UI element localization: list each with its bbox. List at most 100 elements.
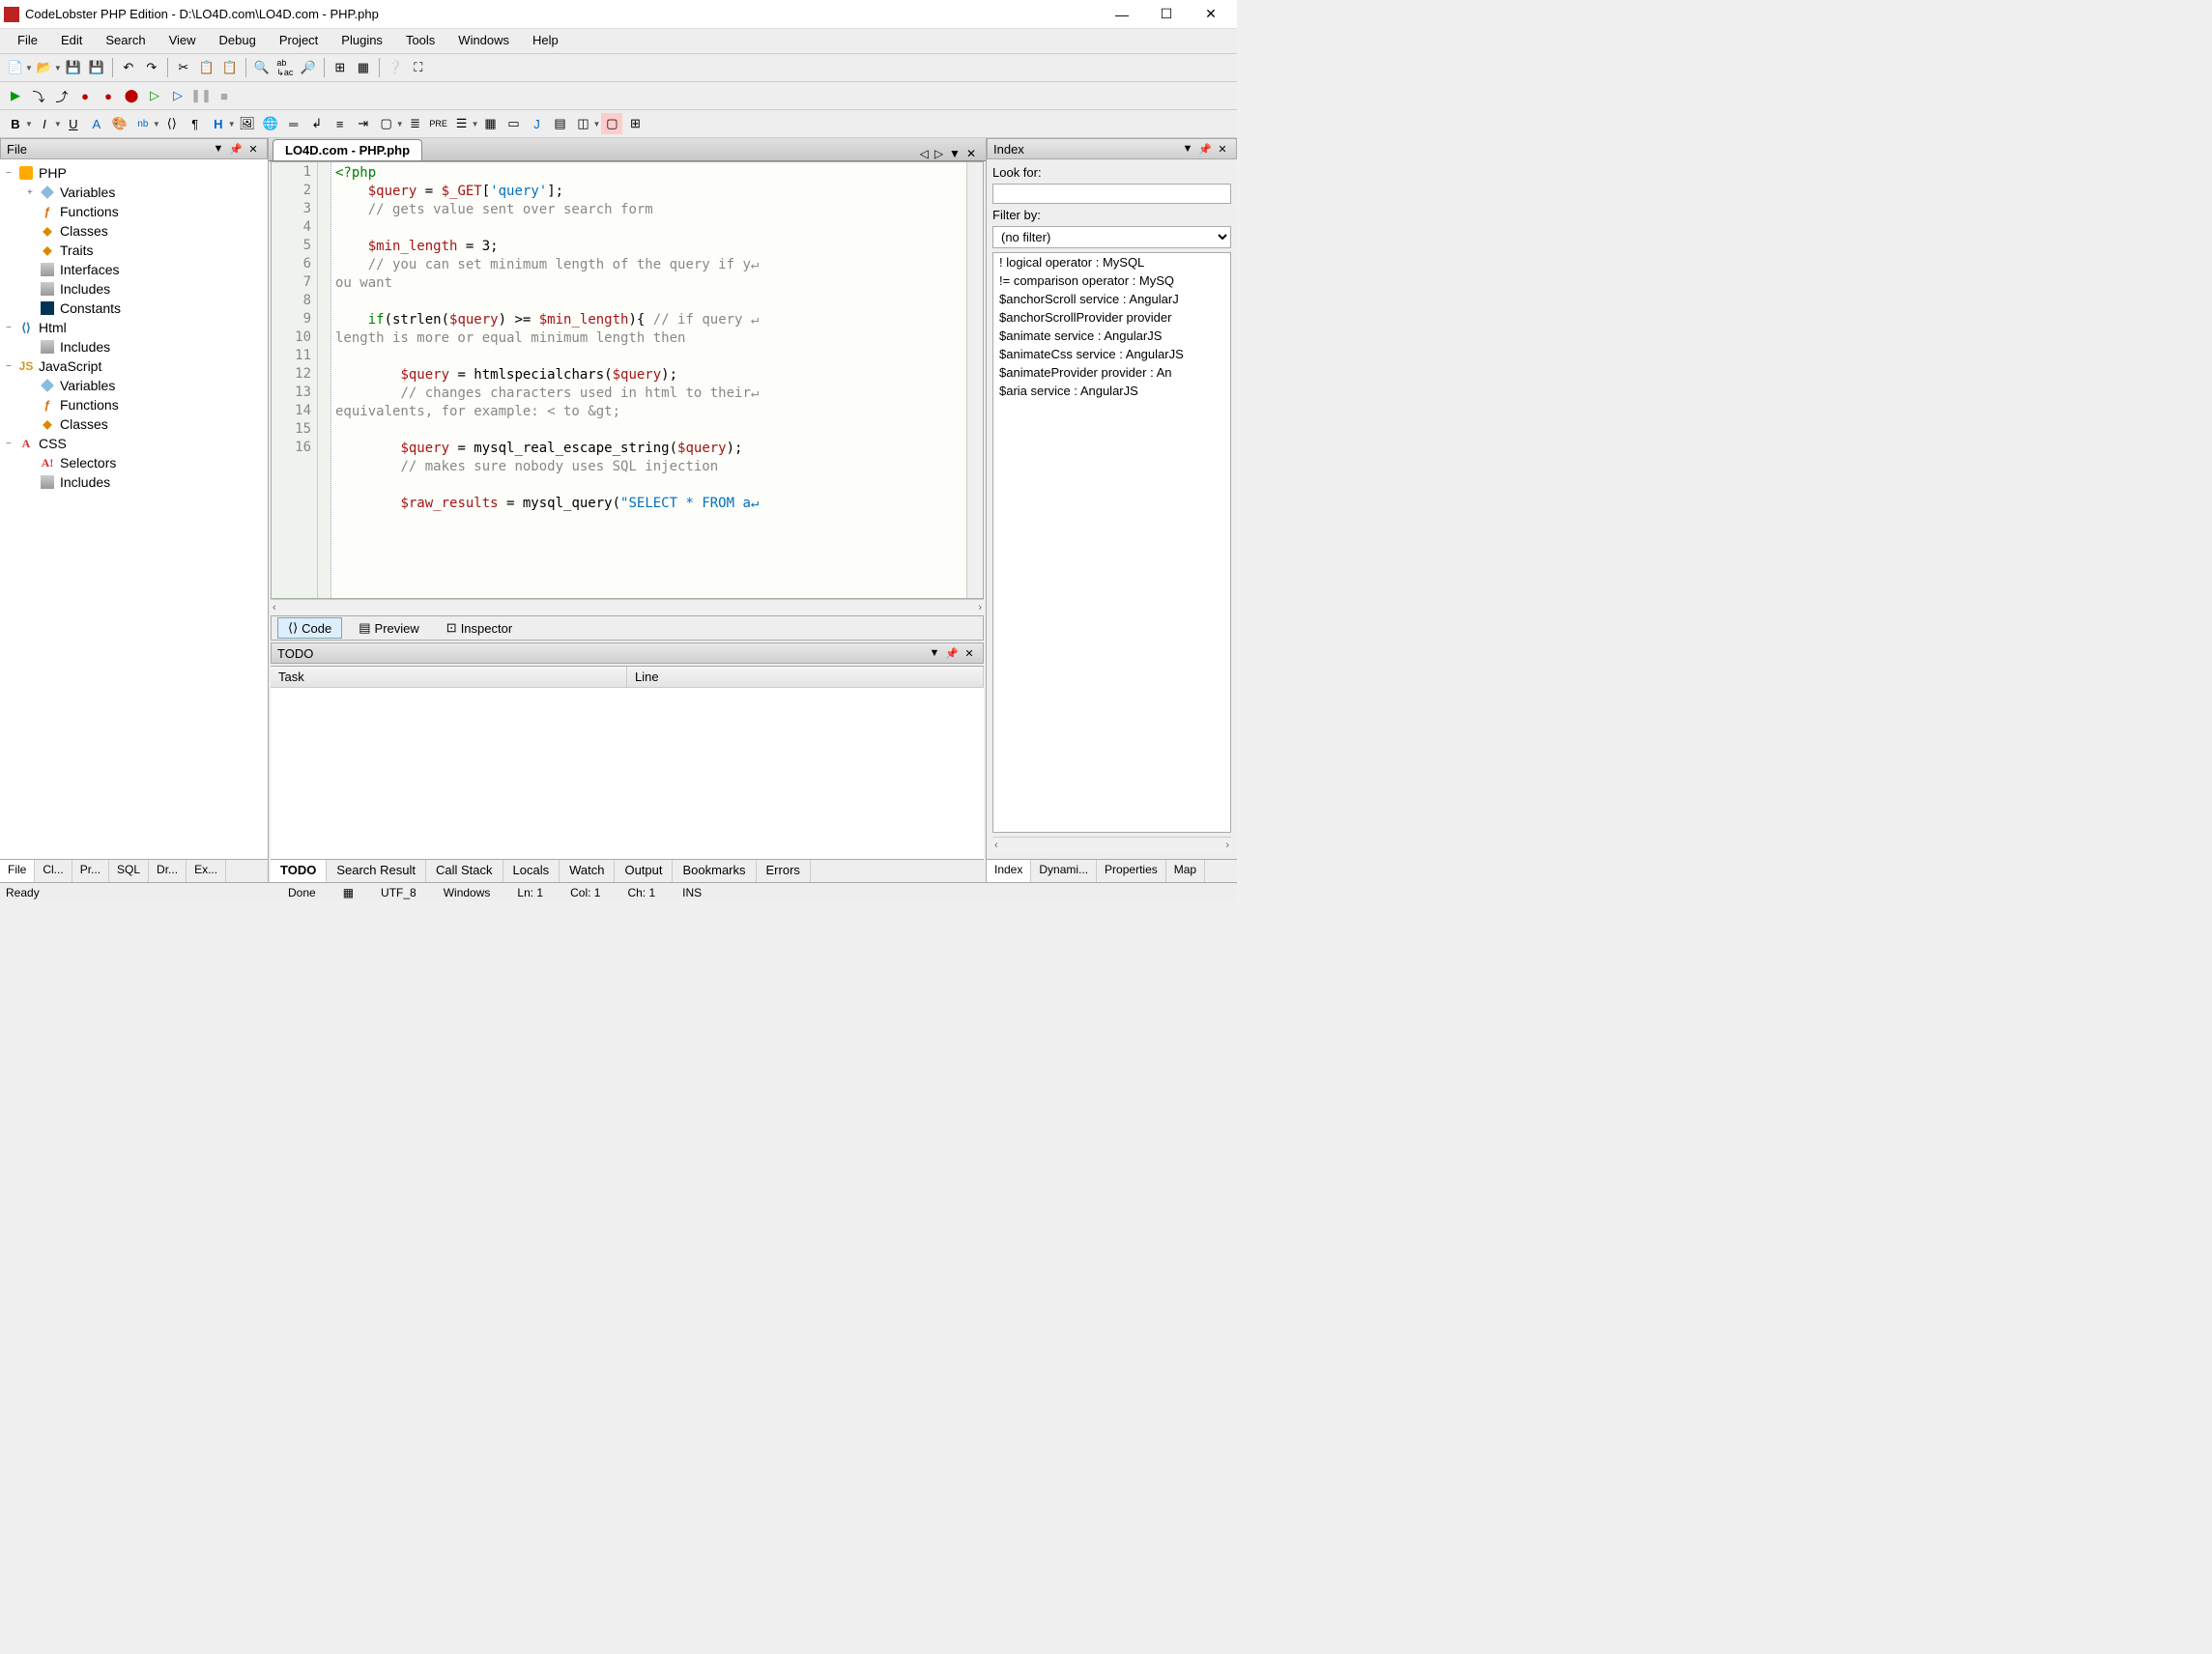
todo-col-task[interactable]: Task [271, 667, 627, 687]
menu-debug[interactable]: Debug [208, 29, 268, 53]
style-icon[interactable]: ▤ [550, 113, 571, 134]
script-icon[interactable]: J [527, 113, 548, 134]
index-item[interactable]: $animateCss service : AngularJS [993, 345, 1230, 363]
tree-node-constants[interactable]: Constants [0, 299, 268, 318]
index-list[interactable]: ! logical operator : MySQL!= comparison … [992, 252, 1231, 833]
bottom-tab[interactable]: Watch [560, 860, 615, 882]
menu-view[interactable]: View [158, 29, 208, 53]
left-tab[interactable]: SQL [109, 860, 149, 882]
div-icon[interactable]: ▢ [376, 113, 397, 134]
menu-tools[interactable]: Tools [394, 29, 446, 53]
tab-close-icon[interactable]: ✕ [966, 147, 976, 160]
menu-windows[interactable]: Windows [446, 29, 521, 53]
bold-icon[interactable]: B [5, 113, 26, 134]
horizontal-scrollbar[interactable]: ‹› [271, 599, 984, 615]
tree-node-includes[interactable]: Includes [0, 472, 268, 492]
right-tab[interactable]: Index [987, 860, 1031, 882]
pin-icon[interactable]: 📌 [1197, 141, 1213, 157]
tree-node-traits[interactable]: ◆Traits [0, 241, 268, 260]
tree-node-variables[interactable]: +Variables [0, 183, 268, 202]
filter-by-select[interactable]: (no filter) [992, 226, 1231, 248]
link-icon[interactable]: 🌐 [260, 113, 281, 134]
bottom-tab[interactable]: Search Result [327, 860, 426, 882]
index-item[interactable]: $aria service : AngularJS [993, 382, 1230, 400]
menu-edit[interactable]: Edit [49, 29, 94, 53]
pin-icon[interactable]: 📌 [944, 645, 960, 661]
fold-gutter[interactable] [318, 162, 331, 598]
dropdown-icon[interactable]: ▼ [1180, 141, 1195, 157]
index-item[interactable]: $anchorScrollProvider provider [993, 308, 1230, 327]
undo-icon[interactable]: ↶ [118, 57, 139, 78]
close-panel-icon[interactable]: ✕ [245, 141, 261, 157]
right-tab[interactable]: Properties [1097, 860, 1166, 882]
run-icon[interactable]: ▶ [5, 85, 26, 106]
dropdown-icon[interactable]: ▼ [211, 141, 226, 157]
hr-icon[interactable]: ═ [283, 113, 304, 134]
help-icon[interactable]: ❔ [385, 57, 406, 78]
bottom-tab[interactable]: Call Stack [426, 860, 503, 882]
form-icon[interactable]: ▭ [503, 113, 525, 134]
copy-icon[interactable]: 📋 [196, 57, 217, 78]
nbsp-icon[interactable]: nb [132, 113, 154, 134]
window-icon[interactable]: ⊞ [330, 57, 351, 78]
open-folder-icon[interactable]: 📂 [34, 57, 55, 78]
cut-icon[interactable]: ✂ [173, 57, 194, 78]
left-tab[interactable]: File [0, 860, 35, 882]
comment-icon[interactable]: ⟨⟩ [161, 113, 183, 134]
frame-icon[interactable]: ▢ [601, 113, 622, 134]
redo-icon[interactable]: ↷ [141, 57, 162, 78]
menu-search[interactable]: Search [94, 29, 157, 53]
left-tab[interactable]: Cl... [35, 860, 72, 882]
play2-icon[interactable]: ▷ [144, 85, 165, 106]
index-item[interactable]: $anchorScroll service : AngularJ [993, 290, 1230, 308]
preview-tab[interactable]: ▤ Preview [348, 617, 430, 639]
new-file-icon[interactable]: 📄 [5, 57, 26, 78]
index-item[interactable]: $animate service : AngularJS [993, 327, 1230, 345]
tree-node-javascript[interactable]: −JSJavaScript [0, 356, 268, 376]
stop-icon[interactable]: ■ [214, 85, 235, 106]
menu-plugins[interactable]: Plugins [330, 29, 394, 53]
pre-icon[interactable]: PRE [428, 113, 449, 134]
breakpoints-icon[interactable]: ⬤ [121, 85, 142, 106]
tree-node-selectors[interactable]: A!Selectors [0, 453, 268, 472]
image-icon[interactable]: 🖼 [237, 113, 258, 134]
step-into-icon[interactable]: ⤵ [28, 85, 49, 106]
menu-file[interactable]: File [6, 29, 49, 53]
dropdown-icon[interactable]: ▼ [927, 645, 942, 661]
font-icon[interactable]: A [86, 113, 107, 134]
italic-icon[interactable]: I [34, 113, 55, 134]
tree-node-html[interactable]: −⟨⟩Html [0, 318, 268, 337]
look-for-input[interactable] [992, 184, 1231, 204]
close-panel-icon[interactable]: ✕ [1215, 141, 1230, 157]
minimize-button[interactable]: — [1100, 1, 1144, 28]
breakpoint-icon[interactable]: ● [74, 85, 96, 106]
paste-icon[interactable]: 📋 [219, 57, 241, 78]
code-content[interactable]: <?php $query = $_GET['query']; // gets v… [331, 162, 966, 598]
index-hscroll[interactable]: ‹› [992, 837, 1231, 853]
tree-node-php[interactable]: −PHP [0, 163, 268, 183]
pause-icon[interactable]: ❚❚ [190, 85, 212, 106]
align-icon[interactable]: ≡ [330, 113, 351, 134]
para-icon[interactable]: ¶ [185, 113, 206, 134]
bottom-tab[interactable]: Locals [503, 860, 560, 882]
save-icon[interactable]: 💾 [63, 57, 84, 78]
tab-next-icon[interactable]: ▷ [934, 147, 943, 160]
bottom-tab[interactable]: TODO [271, 860, 327, 882]
heading-icon[interactable]: H [208, 113, 229, 134]
menu-help[interactable]: Help [521, 29, 570, 53]
tree-node-interfaces[interactable]: Interfaces [0, 260, 268, 279]
breakpoint2-icon[interactable]: ● [98, 85, 119, 106]
left-tab[interactable]: Ex... [187, 860, 226, 882]
play3-icon[interactable]: ▷ [167, 85, 188, 106]
right-tab[interactable]: Map [1166, 860, 1205, 882]
br-icon[interactable]: ↲ [306, 113, 328, 134]
index-item[interactable]: ! logical operator : MySQL [993, 253, 1230, 271]
table-icon[interactable]: ▦ [480, 113, 502, 134]
inspector-tab[interactable]: ⊡ Inspector [436, 617, 523, 639]
tree-node-functions[interactable]: ƒFunctions [0, 202, 268, 221]
tree-node-functions[interactable]: ƒFunctions [0, 395, 268, 414]
tree-node-variables[interactable]: Variables [0, 376, 268, 395]
pin-icon[interactable]: 📌 [228, 141, 244, 157]
indent-icon[interactable]: ⇥ [353, 113, 374, 134]
vertical-scrollbar[interactable] [966, 162, 983, 598]
